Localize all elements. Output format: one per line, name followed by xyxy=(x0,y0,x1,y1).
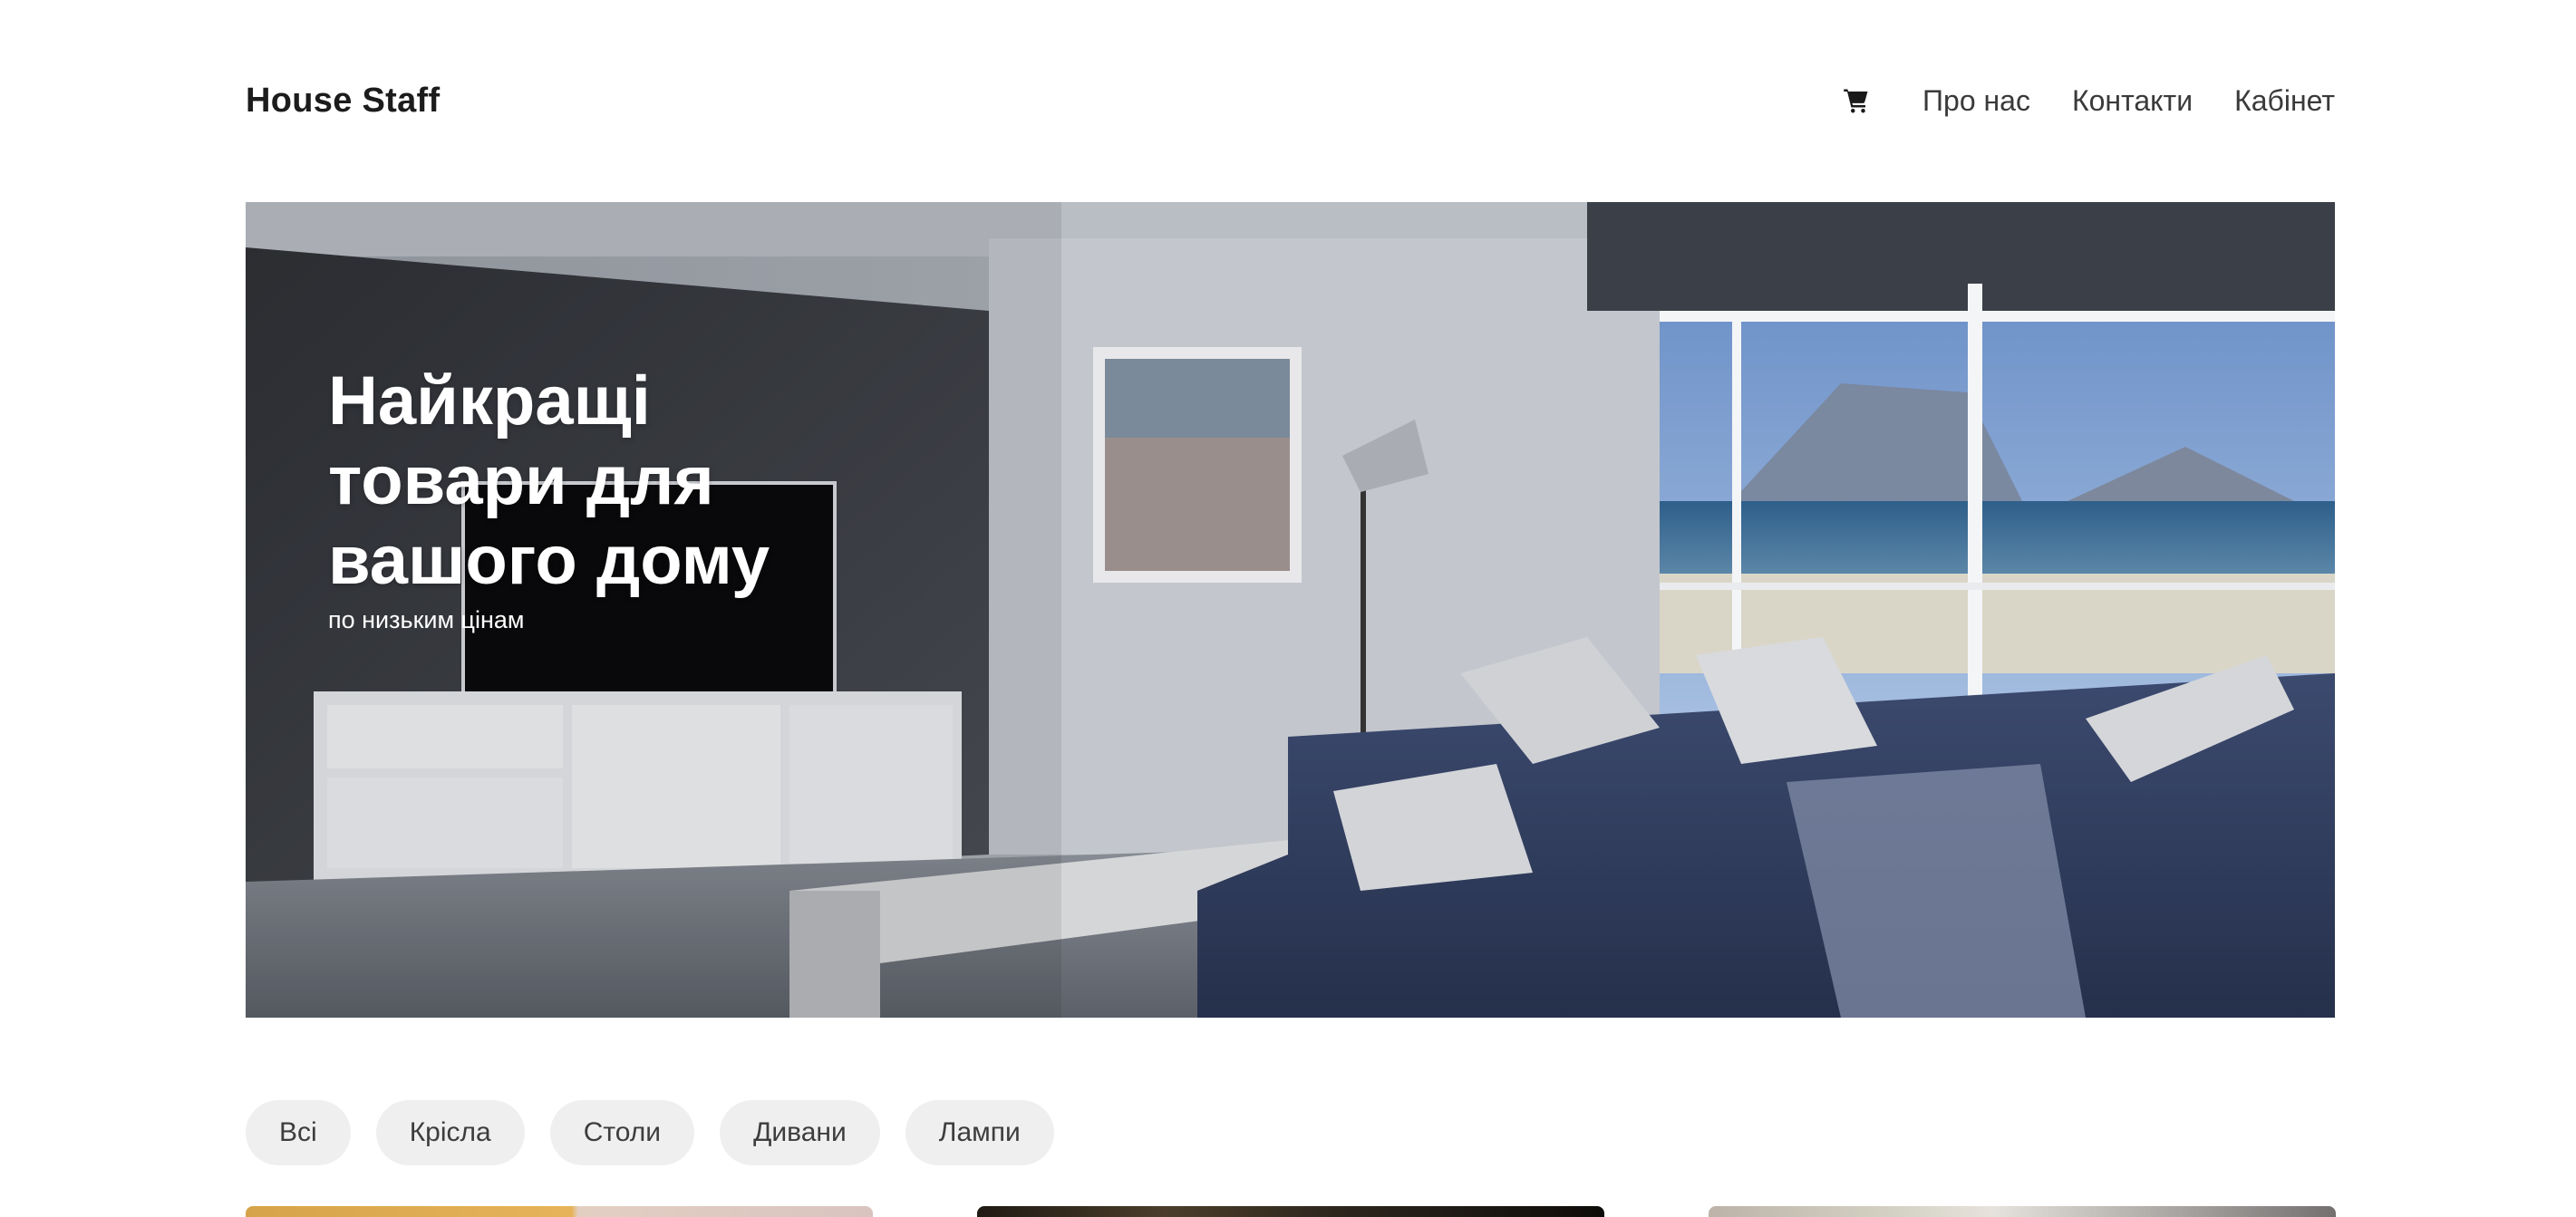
hero-title: Найкращі товари для вашого дому xyxy=(328,362,770,599)
filter-chairs[interactable]: Крісла xyxy=(375,1100,525,1165)
filter-all[interactable]: Всі xyxy=(246,1100,351,1165)
product-card[interactable] xyxy=(977,1206,1604,1217)
product-card[interactable] xyxy=(246,1206,873,1217)
main-nav: Про нас Контакти Кабінет xyxy=(1843,84,2335,118)
hero-banner: Найкращі товари для вашого дому по низьк… xyxy=(246,202,2335,1018)
category-filters: Всі Крісла Столи Дивани Лампи xyxy=(246,1100,1054,1165)
brand-logo[interactable]: House Staff xyxy=(246,82,440,121)
page: House Staff Про нас Контакти Кабінет Най… xyxy=(0,0,2576,1217)
nav-link-contacts[interactable]: Контакти xyxy=(2072,84,2193,118)
filter-sofas[interactable]: Дивани xyxy=(720,1100,880,1165)
filter-lamps[interactable]: Лампи xyxy=(905,1100,1054,1165)
nav-link-about[interactable]: Про нас xyxy=(1922,84,2030,118)
hero-text: Найкращі товари для вашого дому по низьк… xyxy=(328,362,836,634)
nav-link-account[interactable]: Кабінет xyxy=(2234,84,2335,118)
product-card[interactable] xyxy=(1709,1206,2336,1217)
filter-tables[interactable]: Столи xyxy=(549,1100,695,1165)
site-header: House Staff Про нас Контакти Кабінет xyxy=(246,72,2335,129)
shopping-cart-icon[interactable] xyxy=(1843,87,1870,114)
hero-subtitle: по низьким цінам xyxy=(328,606,525,633)
